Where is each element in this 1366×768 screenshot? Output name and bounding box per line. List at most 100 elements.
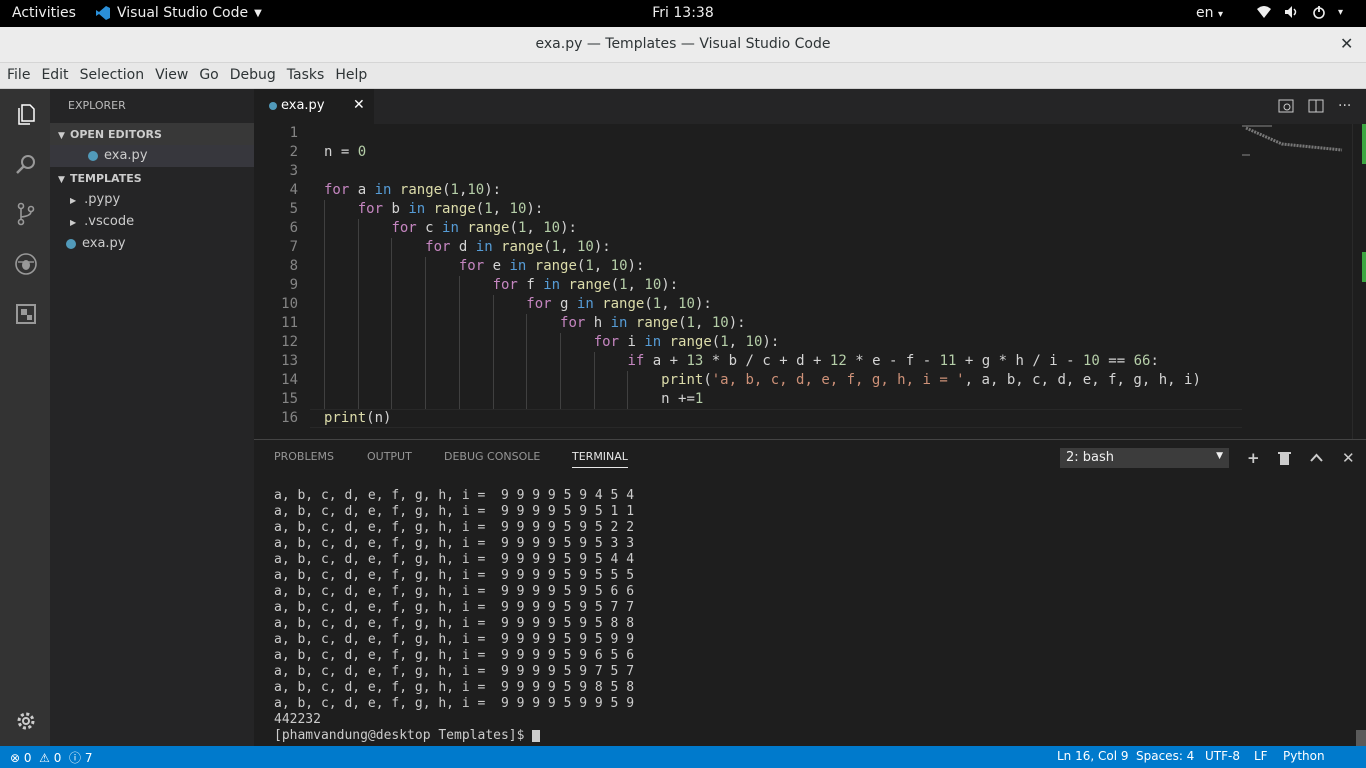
power-icon: [1313, 6, 1325, 19]
minimap[interactable]: [1242, 124, 1352, 164]
indent-guide: [357, 257, 359, 276]
code-editor[interactable]: 1 2 3 4 5 6 7 8 9 10 11 12 13 14 15 16 n = 0 for a in ra…: [254, 124, 1366, 439]
terminal-cursor: [532, 729, 541, 742]
kill-terminal-icon[interactable]: [1278, 451, 1291, 465]
terminal-line: a, b, c, d, e, f, g, h, i = 9 9 9 9 5 9 …: [274, 504, 635, 519]
terminal-line: a, b, c, d, e, f, g, h, i = 9 9 9 9 5 9 …: [274, 552, 635, 567]
folder-item-pypy[interactable]: ▶ .pypy: [50, 189, 254, 211]
open-editor-item[interactable]: exa.py: [50, 145, 254, 167]
line-ending[interactable]: LF: [1254, 749, 1268, 763]
open-editors-section[interactable]: ▼ OPEN EDITORS: [50, 123, 254, 145]
menu-tasks[interactable]: Tasks: [283, 63, 329, 88]
extensions-icon[interactable]: [13, 301, 38, 326]
menu-help[interactable]: Help: [331, 63, 371, 88]
search-icon[interactable]: [13, 151, 38, 176]
line-number: 8: [289, 258, 298, 274]
debug-icon[interactable]: [13, 251, 38, 276]
indent-guide: [391, 238, 393, 257]
indent-guide: [391, 295, 393, 314]
clock[interactable]: Fri 13:38: [0, 5, 1366, 21]
indent-guide: [391, 390, 393, 409]
templates-folder-section[interactable]: ▼ TEMPLATES: [50, 167, 254, 189]
close-tab-icon[interactable]: ✕: [353, 97, 365, 113]
editor-tab-bar: exa.py ✕ ···: [254, 89, 1366, 124]
indent-guide: [357, 276, 359, 295]
cursor-position[interactable]: Ln 16, Col 9: [1057, 749, 1129, 763]
editor-actions: ···: [1278, 98, 1351, 114]
files-icon[interactable]: [13, 101, 38, 126]
menu-view[interactable]: View: [151, 63, 192, 88]
indent-guide: [391, 371, 393, 390]
menu-selection[interactable]: Selection: [76, 63, 149, 88]
indent-guide: [391, 257, 393, 276]
scrollbar-track[interactable]: [1352, 124, 1366, 439]
error-count: 0: [23, 751, 32, 765]
indent-guide: [458, 371, 460, 390]
menu-edit[interactable]: Edit: [37, 63, 72, 88]
code-line: for g in range(1, 10):: [526, 296, 712, 312]
more-actions-icon[interactable]: ···: [1338, 98, 1351, 114]
line-number: 12: [281, 334, 298, 350]
terminal-line: a, b, c, d, e, f, g, h, i = 9 9 9 9 5 9 …: [274, 696, 635, 711]
indent-guide: [324, 219, 325, 238]
indent-guide: [492, 352, 494, 371]
indent-guide: [458, 276, 460, 295]
indent-guide: [492, 333, 494, 352]
menu-file[interactable]: File: [3, 63, 34, 88]
tab-debug-console[interactable]: DEBUG CONSOLE: [444, 450, 540, 463]
menu-debug[interactable]: Debug: [226, 63, 280, 88]
language-mode[interactable]: Python: [1283, 749, 1325, 763]
line-number: 11: [281, 315, 298, 331]
terminal-scrollbar[interactable]: [1356, 730, 1366, 746]
terminal-line: a, b, c, d, e, f, g, h, i = 9 9 9 9 5 9 …: [274, 616, 635, 631]
folder-item-vscode[interactable]: ▶ .vscode: [50, 211, 254, 233]
folder-label: .vscode: [84, 214, 135, 229]
settings-gear-icon[interactable]: [13, 708, 38, 733]
indent-guide: [593, 390, 595, 409]
split-editor-icon[interactable]: [1308, 98, 1324, 114]
source-control-icon[interactable]: [13, 201, 38, 226]
language-label: en: [1196, 5, 1214, 21]
language-indicator[interactable]: en ▾: [1196, 5, 1223, 21]
file-label: exa.py: [104, 148, 148, 163]
line-number: 1: [289, 125, 298, 141]
new-terminal-icon[interactable]: +: [1247, 449, 1260, 467]
tab-terminal[interactable]: TERMINAL: [572, 450, 628, 468]
line-number: 9: [289, 277, 298, 293]
indentation[interactable]: Spaces: 4: [1136, 749, 1194, 763]
terminal-prompt-line[interactable]: [phamvandung@desktop Templates]$: [274, 728, 634, 744]
indent-guide: [627, 371, 629, 390]
chevron-right-icon: ▶: [70, 196, 77, 205]
tab-exa-py[interactable]: exa.py ✕: [254, 89, 374, 124]
encoding[interactable]: UTF-8: [1205, 749, 1240, 763]
indent-guide: [357, 333, 359, 352]
file-item-exa[interactable]: exa.py: [50, 233, 254, 255]
indent-guide: [526, 371, 528, 390]
close-window-button[interactable]: ✕: [1340, 34, 1353, 53]
indent-guide: [560, 371, 562, 390]
close-panel-icon[interactable]: ✕: [1342, 449, 1355, 467]
line-number: 15: [281, 391, 298, 407]
indent-guide: [357, 219, 359, 238]
menu-go[interactable]: Go: [195, 63, 222, 88]
maximize-panel-icon[interactable]: [1310, 453, 1323, 462]
indent-guide: [458, 295, 460, 314]
indent-guide: [458, 352, 460, 371]
terminal-select[interactable]: 2: bash ▼: [1060, 448, 1229, 468]
code-line: for d in range(1, 10):: [425, 239, 611, 255]
system-tray[interactable]: ▾: [1256, 5, 1343, 19]
terminal-output[interactable]: a, b, c, d, e, f, g, h, i = 9 9 9 9 5 9 …: [274, 488, 634, 744]
problems-summary[interactable]: ⊗ 0 ⚠ 0 ⓘ 7: [10, 749, 93, 766]
indent-guide: [324, 200, 325, 219]
info-icon: ⓘ: [69, 751, 82, 765]
indent-guide: [391, 314, 393, 333]
indent-guide: [526, 390, 528, 409]
tab-output[interactable]: OUTPUT: [367, 450, 412, 463]
code-line: for c in range(1, 10):: [391, 220, 577, 236]
tab-problems[interactable]: PROBLEMS: [274, 450, 334, 463]
indent-guide: [458, 333, 460, 352]
code-line: if a + 13 * b / c + d + 12 * e - f - 11 …: [627, 353, 1159, 369]
open-preview-icon[interactable]: [1278, 98, 1294, 114]
wifi-icon: [1257, 6, 1271, 18]
indent-guide: [324, 257, 325, 276]
